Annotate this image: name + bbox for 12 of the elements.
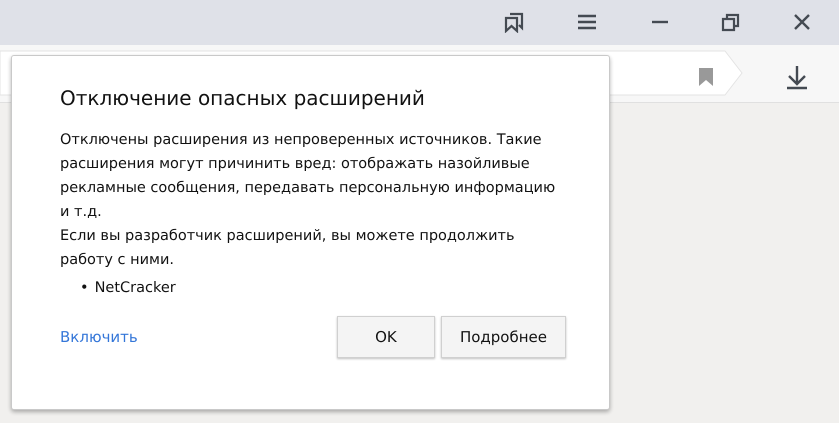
bookmarks-icon[interactable] xyxy=(503,11,525,33)
bookmark-icon[interactable] xyxy=(698,67,714,87)
bullet: • xyxy=(80,280,89,296)
restore-icon[interactable] xyxy=(720,11,742,33)
ok-button[interactable]: OK xyxy=(336,316,435,358)
dialog-title: Отключение опасных расширений xyxy=(60,86,426,110)
extension-name: NetCracker xyxy=(94,280,176,296)
details-button[interactable]: Подробнее xyxy=(440,316,566,358)
dialog-message: Если вы разработчик расширений, вы можете продолжить работу с ними. xyxy=(60,227,516,270)
download-icon[interactable] xyxy=(785,64,809,90)
dialog-message: Отключены расширения из непроверенных источников. Такие расширения могут причинить вред: отображать назойливые рекламные сообщения, передавать персональную информацию и т.д. xyxy=(60,131,556,222)
enable-link[interactable]: Включить xyxy=(60,328,138,346)
